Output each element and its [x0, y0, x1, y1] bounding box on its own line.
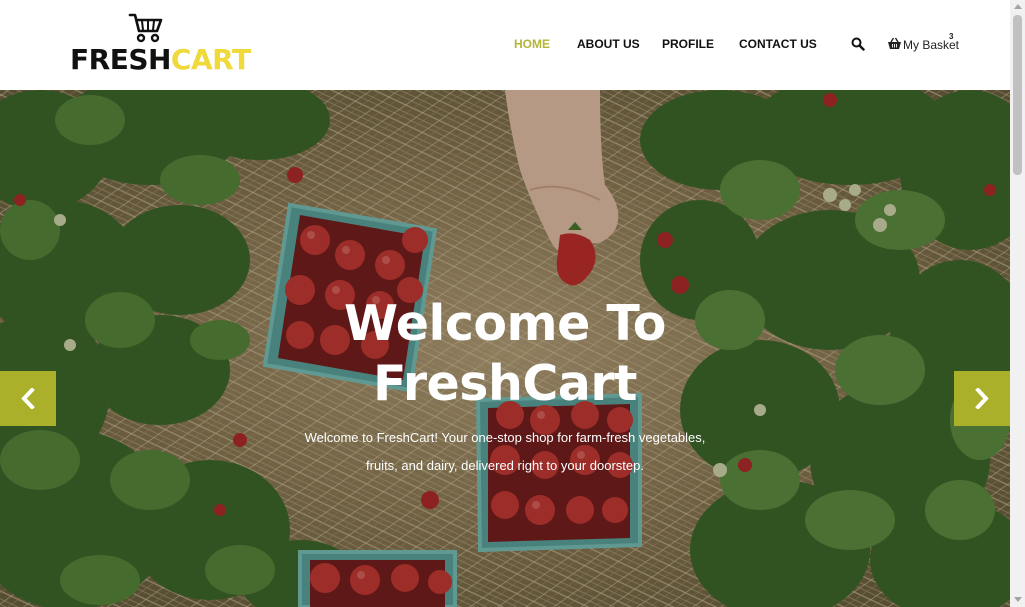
basket-count-badge: 3 [949, 32, 954, 41]
hero-title-line1: Welcome To [344, 295, 666, 352]
page-scrollbar[interactable] [1010, 0, 1025, 607]
brand-name-part1: FRESH [70, 43, 171, 76]
brand-name-part2: CART [170, 43, 251, 76]
shopping-cart-icon [128, 13, 163, 43]
nav-item-contact-us[interactable]: CONTACT US [739, 37, 817, 51]
chevron-right-icon [975, 388, 989, 409]
site-header: FRESHCART HOME ABOUT US PROFILE CONTACT … [0, 0, 1010, 90]
hero-subtitle: Welcome to FreshCart! Your one-stop shop… [300, 424, 710, 480]
hero-subtitle-line2: fruits, and dairy, delivered right to yo… [366, 458, 644, 473]
brand-name: FRESHCART [70, 46, 251, 74]
search-icon[interactable] [851, 37, 865, 51]
hero-title: Welcome To FreshCart [305, 294, 705, 414]
nav-item-home[interactable]: HOME [514, 37, 550, 51]
scroll-thumb[interactable] [1013, 15, 1022, 175]
hero-title-line2: FreshCart [373, 355, 637, 412]
nav-item-profile[interactable]: PROFILE [662, 37, 714, 51]
carousel-next-button[interactable] [954, 371, 1010, 426]
nav-item-about-us[interactable]: ABOUT US [577, 37, 640, 51]
chevron-left-icon [21, 388, 35, 409]
hero-subtitle-line1: Welcome to FreshCart! Your one-stop shop… [304, 430, 706, 445]
scroll-up-arrow-icon[interactable] [1014, 4, 1022, 9]
brand-logo[interactable]: FRESHCART [70, 12, 251, 80]
carousel-prev-button[interactable] [0, 371, 56, 426]
hero-carousel: Welcome To FreshCart Welcome to FreshCar… [0, 90, 1010, 607]
basket-icon [888, 37, 901, 49]
scroll-down-arrow-icon[interactable] [1014, 597, 1022, 602]
